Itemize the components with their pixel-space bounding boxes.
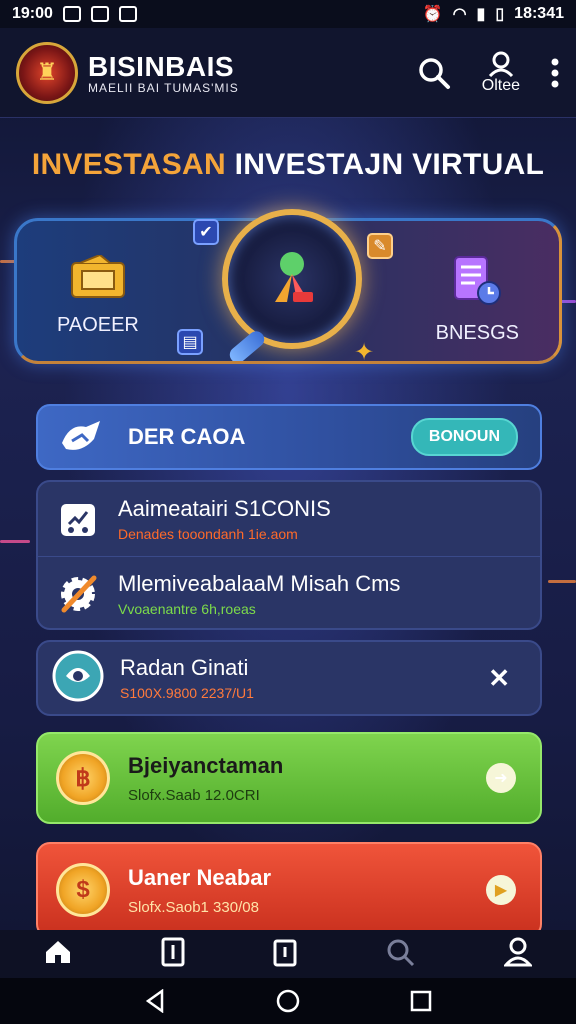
list-card: Aaimeatairi S1CONIS Denades tooondanh 1i… [36, 480, 542, 630]
notification-icon [118, 6, 137, 22]
brand: BISINBAIS MAELII BAI TUMAS'MIS [88, 51, 239, 95]
hero-right-block: BNESGS [436, 255, 519, 345]
hero-right-label: BNESGS [435, 322, 519, 344]
home-icon [46, 940, 71, 963]
list-item-title: Aaimeatairi S1CONIS [118, 496, 331, 521]
hero-banner: PAOEER BNESGS ✔ ▤ ✎ ✦ [14, 209, 562, 366]
gear-tools-icon [56, 572, 100, 616]
chart-figure-icon [275, 252, 313, 302]
profile-icon [502, 937, 534, 966]
radan-item-title: Radan Ginati [120, 655, 249, 680]
more-button[interactable] [550, 57, 560, 89]
green-card-subtitle: Slofx.Saab 12.0CRI [128, 786, 260, 804]
dollar-coin-icon: $ [56, 863, 110, 917]
page-title-rest: INVESTAJN VIRTUAL [225, 148, 545, 181]
more-vertical-icon [551, 58, 559, 87]
list-item-title: MlemiveabalaaM Misah Cms [118, 570, 401, 596]
profile-icon [488, 51, 513, 77]
check-icon: ✔ [193, 219, 219, 245]
feature-card[interactable]: DER CAOA BONOUN [36, 404, 542, 470]
battery-icon: ▯ [495, 6, 505, 23]
brand-title: BISINBAIS [88, 50, 235, 82]
document-icon [161, 937, 185, 966]
report-icon [454, 256, 502, 305]
play-icon[interactable]: ▶ [486, 875, 516, 905]
profile-button[interactable]: Oltee [482, 51, 520, 95]
red-card-title: Uaner Neabar [128, 864, 272, 890]
list-item[interactable]: Aaimeatairi S1CONIS Denades tooondanh 1i… [38, 482, 540, 556]
document-icon: ✎ [367, 233, 393, 259]
radan-item-subtitle: S100X.9800 2237/U1 [120, 685, 254, 701]
tab-clipboard[interactable] [273, 937, 297, 972]
radan-item[interactable]: Radan Ginati S100X.9800 2237/U1 ✕ [36, 640, 542, 716]
notification-icon [62, 6, 81, 22]
profile-label: Oltee [481, 76, 520, 94]
alarm-icon: ⏰ [422, 6, 443, 23]
hero-left-block: PAOEER [57, 253, 139, 337]
app-bar: ♜ BISINBAIS MAELII BAI TUMAS'MIS Oltee [0, 28, 576, 118]
tab-profile[interactable] [502, 937, 534, 972]
search-icon [387, 939, 415, 966]
magnifier-illustration [222, 209, 362, 349]
search-icon [419, 57, 450, 89]
clipboard-icon [273, 939, 297, 966]
arrow-right-icon[interactable]: ➜ [486, 763, 516, 793]
hero-left-label: PAOEER [57, 314, 139, 336]
search-button[interactable] [416, 55, 452, 91]
handshake-icon [62, 421, 100, 450]
wifi-icon: ◠ [452, 6, 467, 23]
home-circle-icon[interactable] [275, 988, 301, 1014]
brand-subtitle: MAELII BAI TUMAS'MIS [88, 80, 239, 95]
status-time: 19:00 [12, 5, 53, 22]
feature-card-title: DER CAOA [128, 424, 246, 449]
app-logo: ♜ [16, 41, 78, 104]
page-title: INVESTASAN INVESTAJN VIRTUAL [0, 148, 576, 182]
red-card[interactable]: $ Uaner Neabar Slofx.Saob1 330/08 ▶ [36, 842, 542, 938]
green-card[interactable]: ฿ Bjeiyanctaman Slofx.Saab 12.0CRI ➜ [36, 732, 542, 824]
page-title-accent: INVESTASAN [31, 148, 226, 181]
status-bar: 19:00 ⏰ ◠ ▮ ▯ 18:341 [0, 0, 576, 28]
list-item[interactable]: MlemiveabalaaM Misah Cms Vvoaenantre 6h,… [38, 556, 540, 630]
clipboard-icon [56, 497, 100, 541]
system-nav-bar [0, 978, 576, 1024]
list-item-subtitle: Vvoaenantre 6h,roeas [118, 600, 256, 617]
tab-search[interactable] [385, 937, 415, 972]
close-icon[interactable]: ✕ [488, 663, 526, 694]
red-card-subtitle: Slofx.Saob1 330/08 [128, 898, 259, 916]
status-clock: 18:341 [514, 5, 564, 22]
signal-icon: ▮ [476, 6, 486, 23]
chat-icon [52, 650, 104, 707]
coin-icon: ฿ [56, 751, 110, 805]
notification-icon [90, 6, 109, 22]
bonus-button[interactable]: BONOUN [410, 418, 518, 456]
recents-icon[interactable] [410, 990, 432, 1012]
green-card-title: Bjeiyanctaman [128, 752, 284, 778]
magnifier-handle [226, 328, 268, 366]
bottom-tab-bar [0, 930, 576, 978]
document-icon: ▤ [177, 329, 203, 355]
rocket-icon: ✦ [353, 338, 375, 366]
wallet-icon [70, 253, 125, 298]
back-icon[interactable] [144, 989, 166, 1013]
tab-document[interactable] [161, 937, 185, 972]
list-item-subtitle: Denades tooondanh 1ie.aom [118, 526, 298, 542]
tab-home[interactable] [44, 939, 72, 970]
